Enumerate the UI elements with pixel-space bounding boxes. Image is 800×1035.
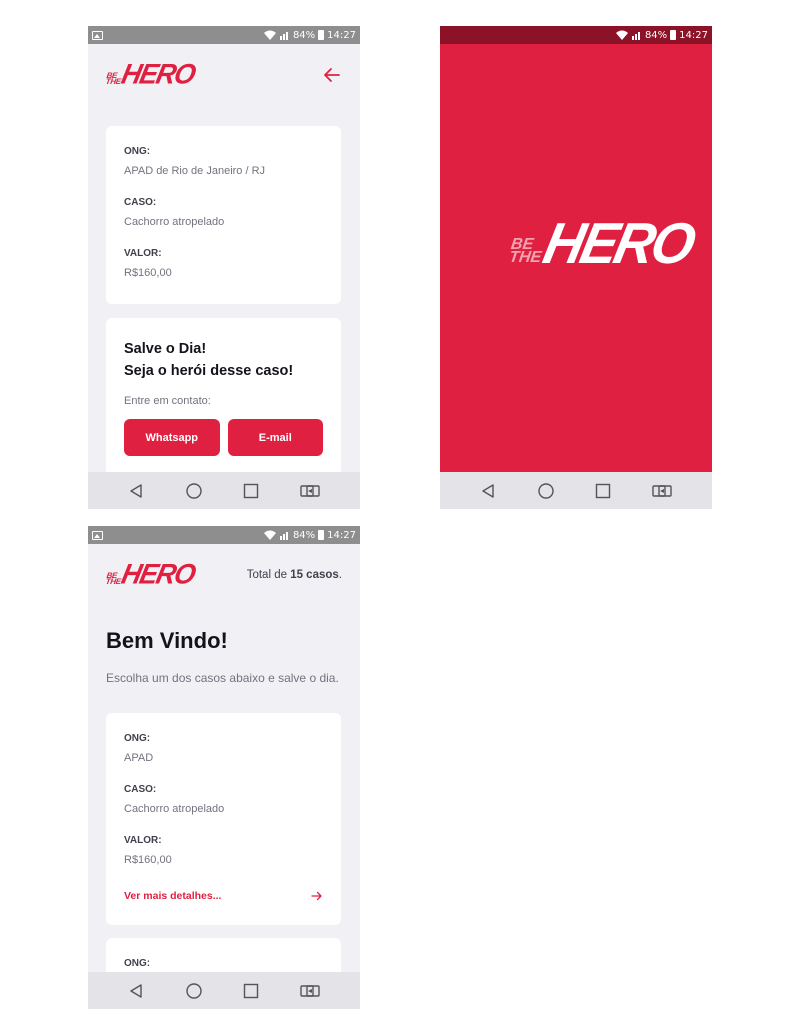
home-nav-icon[interactable] (537, 482, 555, 500)
battery-icon (318, 30, 325, 40)
back-nav-icon[interactable] (128, 983, 144, 999)
status-bar: 84% 14:27 (440, 26, 712, 44)
contact-description: Entre em contato: (124, 395, 211, 407)
whatsapp-button[interactable]: Whatsapp (124, 419, 220, 456)
back-nav-icon[interactable] (480, 483, 496, 499)
android-nav-bar (88, 972, 360, 1009)
battery-percent: 84% (292, 529, 316, 541)
ong-value: APAD (124, 752, 154, 764)
contact-title-line1: Salve o Dia! (124, 341, 207, 357)
splash-screen: 84% 14:27 BE THE HERO (440, 26, 712, 509)
arrow-right-icon (311, 891, 322, 901)
recents-nav-icon[interactable] (243, 983, 259, 999)
case-value: Cachorro atropelado (124, 803, 225, 815)
clock: 14:27 (679, 29, 708, 41)
case-value: Cachorro atropelado (124, 216, 225, 228)
android-nav-bar (88, 472, 360, 509)
value-label: VALOR: (124, 248, 162, 259)
be-the-hero-logo: BE THE HERO (105, 558, 198, 590)
battery-icon (670, 30, 677, 40)
details-link[interactable]: Ver mais detalhes... (124, 890, 323, 902)
email-button[interactable]: E-mail (227, 419, 323, 456)
recents-nav-icon[interactable] (243, 483, 259, 499)
dual-window-nav-icon[interactable] (300, 983, 320, 999)
details-link-label: Ver mais detalhes... (124, 890, 222, 902)
list-screen: 84% 14:27 BE THE HERO Total de 15 casos. … (88, 526, 360, 1009)
be-the-hero-logo: BE THE HERO (105, 58, 198, 90)
incident-card: ONG: APAD de Rio de Janeiro / RJ CASO: C… (106, 126, 341, 304)
case-label: CASO: (124, 197, 157, 208)
status-bar: 84% 14:27 (88, 526, 360, 544)
gallery-notification-icon (92, 530, 103, 540)
recents-nav-icon[interactable] (595, 483, 611, 499)
total-cases-count: 15 casos (290, 569, 339, 581)
value-value: R$160,00 (124, 854, 172, 866)
page-description: Escolha um dos casos abaixo e salve o di… (106, 671, 339, 685)
android-nav-bar (440, 472, 712, 509)
arrow-left-icon[interactable] (322, 65, 342, 85)
battery-icon (318, 530, 325, 540)
home-nav-icon[interactable] (185, 482, 203, 500)
back-nav-icon[interactable] (128, 483, 144, 499)
signal-icon (279, 32, 288, 40)
contact-title-line2: Seja o herói desse caso! (124, 363, 294, 379)
case-label: CASO: (124, 784, 157, 795)
detail-screen: 84% 14:27 BE THE HERO ONG: APAD de Rio de… (88, 26, 360, 509)
value-value: R$160,00 (124, 267, 172, 279)
home-nav-icon[interactable] (185, 982, 203, 1000)
signal-icon (631, 32, 640, 40)
dual-window-nav-icon[interactable] (300, 483, 320, 499)
clock: 14:27 (327, 529, 356, 541)
contact-box: Salve o Dia! Seja o herói desse caso! En… (106, 318, 341, 488)
ong-label: ONG: (124, 146, 151, 157)
wifi-icon (263, 30, 276, 40)
value-label: VALOR: (124, 835, 162, 846)
ong-value: APAD de Rio de Janeiro / RJ (124, 165, 266, 177)
page-title: Bem Vindo! (106, 628, 228, 653)
ong-label: ONG: (124, 958, 151, 969)
battery-percent: 84% (292, 29, 316, 41)
battery-percent: 84% (644, 29, 668, 41)
wifi-icon (615, 30, 628, 40)
total-cases-text: Total de 15 casos. (246, 569, 342, 581)
app-header: BE THE HERO (105, 58, 342, 92)
app-header: BE THE HERO Total de 15 casos. (105, 558, 342, 592)
ong-label: ONG: (124, 733, 151, 744)
gallery-notification-icon (92, 30, 103, 40)
be-the-hero-logo: BE THE HERO (508, 210, 699, 276)
clock: 14:27 (327, 29, 356, 41)
status-bar: 84% 14:27 (88, 26, 360, 44)
incident-card: ONG: APAD CASO: Cachorro atropelado VALO… (106, 713, 341, 925)
signal-icon (279, 532, 288, 540)
dual-window-nav-icon[interactable] (652, 483, 672, 499)
wifi-icon (263, 530, 276, 540)
